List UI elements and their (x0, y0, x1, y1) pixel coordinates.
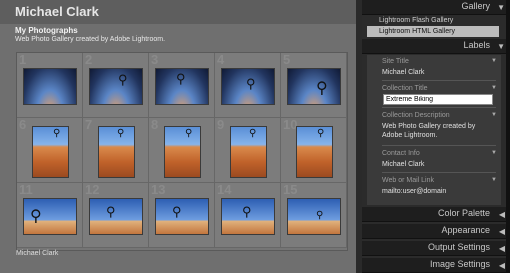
photo-thumbnail[interactable] (23, 68, 77, 105)
cell-number: 2 (85, 52, 93, 67)
thumbnail-cell[interactable]: 4 ⚲ (215, 52, 281, 118)
section-label: Appearance (441, 225, 490, 235)
cell-number: 13 (151, 182, 166, 197)
collection-title-dropdown-icon[interactable]: ▼ (491, 85, 497, 91)
thumbnail-grid: 1 2 ⚲ 3 ⚲ 4 ⚲ 5 ⚲ 6 ⚲ 7 ⚲ 8 ⚲ 9 ⚲ 10 ⚲ 1… (16, 52, 348, 251)
output-settings-panel-header[interactable]: Output Settings ◀ (362, 241, 510, 256)
cell-number: 11 (19, 182, 33, 197)
collection-title-input[interactable] (383, 94, 493, 105)
photo-thumbnail[interactable]: ⚲ (296, 126, 333, 178)
photo-thumbnail[interactable]: ⚲ (155, 198, 209, 235)
collection-title-label: Collection Title (382, 85, 428, 92)
thumbnail-cell[interactable]: 3 ⚲ (149, 52, 215, 118)
cell-number: 12 (85, 182, 100, 197)
gallery-item-html[interactable]: Lightroom HTML Gallery (367, 26, 499, 37)
photo-thumbnail[interactable]: ⚲ (287, 198, 341, 235)
collapse-triangle-icon[interactable]: ▼ (497, 42, 505, 51)
appearance-panel-header[interactable]: Appearance ◀ (362, 224, 510, 239)
cell-number: 15 (283, 182, 298, 197)
labels-panel-body: Site Title ▼ Michael Clark Collection Ti… (367, 55, 501, 205)
labels-panel-header[interactable]: Labels ▼ (362, 39, 510, 54)
expand-triangle-icon[interactable]: ◀ (499, 261, 505, 270)
thumbnail-cell[interactable]: 14 ⚲ (215, 182, 281, 248)
thumbnail-cell[interactable]: 1 (17, 52, 83, 118)
gallery-panel-header[interactable]: Gallery ▼ (362, 0, 510, 15)
web-link-value[interactable]: mailto:user@domain (382, 187, 492, 196)
gallery-preview: Michael Clark My Photographs Web Photo G… (0, 0, 362, 273)
site-title-label: Site Title (382, 58, 409, 65)
site-title-dropdown-icon[interactable]: ▼ (491, 58, 497, 64)
gallery-footer: Michael Clark (16, 250, 59, 257)
cell-number: 3 (151, 52, 159, 67)
cell-number: 8 (151, 117, 159, 132)
site-title: Michael Clark (15, 4, 99, 19)
photo-thumbnail[interactable]: ⚲ (89, 68, 143, 105)
photo-thumbnail[interactable]: ⚲ (230, 126, 267, 178)
collection-title: My Photographs (15, 26, 78, 35)
cell-number: 4 (217, 52, 225, 67)
gallery-item-flash[interactable]: Lightroom Flash Gallery (367, 15, 499, 26)
expand-triangle-icon[interactable]: ◀ (499, 210, 505, 219)
panel-edge (506, 0, 510, 273)
cell-number: 7 (85, 117, 93, 132)
web-link-label: Web or Mail Link (382, 177, 435, 184)
thumbnail-cell[interactable]: 8 ⚲ (149, 117, 215, 183)
image-settings-panel-header[interactable]: Image Settings ◀ (362, 258, 510, 273)
thumbnail-cell[interactable]: 6 ⚲ (17, 117, 83, 183)
photo-thumbnail[interactable]: ⚲ (164, 126, 201, 178)
cell-number: 9 (217, 117, 225, 132)
photo-thumbnail[interactable]: ⚲ (287, 68, 341, 105)
site-title-value[interactable]: Michael Clark (382, 68, 492, 77)
collection-description: Web Photo Gallery created by Adobe Light… (15, 36, 166, 43)
collection-desc-label: Collection Description (382, 112, 450, 119)
contact-info-label: Contact Info (382, 150, 420, 157)
divider (382, 107, 496, 108)
web-link-dropdown-icon[interactable]: ▼ (491, 177, 497, 183)
cell-number: 6 (19, 117, 27, 132)
photo-thumbnail[interactable]: ⚲ (155, 68, 209, 105)
section-label: Image Settings (429, 259, 490, 269)
gallery-header-label: Gallery (461, 1, 490, 11)
photo-thumbnail[interactable]: ⚲ (89, 198, 143, 235)
cell-number: 14 (217, 182, 232, 197)
divider (382, 80, 496, 81)
section-label: Color Palette (437, 208, 490, 218)
collection-desc-dropdown-icon[interactable]: ▼ (491, 112, 497, 118)
thumbnail-cell[interactable]: 7 ⚲ (83, 117, 149, 183)
photo-thumbnail[interactable]: ⚲ (23, 198, 77, 235)
thumbnail-cell[interactable]: 10 ⚲ (281, 117, 347, 183)
divider (382, 172, 496, 173)
thumbnail-cell[interactable]: 12 ⚲ (83, 182, 149, 248)
labels-header-label: Labels (463, 40, 490, 50)
thumbnail-cell[interactable]: 13 ⚲ (149, 182, 215, 248)
collapse-triangle-icon[interactable]: ▼ (497, 3, 505, 12)
thumbnail-cell[interactable]: 2 ⚲ (83, 52, 149, 118)
contact-info-value[interactable]: Michael Clark (382, 160, 492, 169)
expand-triangle-icon[interactable]: ◀ (499, 244, 505, 253)
section-label: Output Settings (427, 242, 490, 252)
thumbnail-cell[interactable]: 9 ⚲ (215, 117, 281, 183)
thumbnail-cell[interactable]: 11 ⚲ (17, 182, 83, 248)
photo-thumbnail[interactable]: ⚲ (221, 68, 275, 105)
thumbnail-cell[interactable]: 15 ⚲ (281, 182, 347, 248)
color-palette-panel-header[interactable]: Color Palette ◀ (362, 207, 510, 222)
photo-thumbnail[interactable]: ⚲ (32, 126, 69, 178)
divider (382, 145, 496, 146)
contact-info-dropdown-icon[interactable]: ▼ (491, 150, 497, 156)
photo-thumbnail[interactable]: ⚲ (98, 126, 135, 178)
web-module-panel: Gallery ▼ Lightroom Flash Gallery Lightr… (362, 0, 510, 273)
cell-number: 1 (19, 52, 27, 67)
cell-number: 5 (283, 52, 291, 67)
collection-desc-value[interactable]: Web Photo Gallery created by Adobe Light… (382, 122, 492, 140)
expand-triangle-icon[interactable]: ◀ (499, 227, 505, 236)
thumbnail-cell[interactable]: 5 ⚲ (281, 52, 347, 118)
photo-thumbnail[interactable]: ⚲ (221, 198, 275, 235)
